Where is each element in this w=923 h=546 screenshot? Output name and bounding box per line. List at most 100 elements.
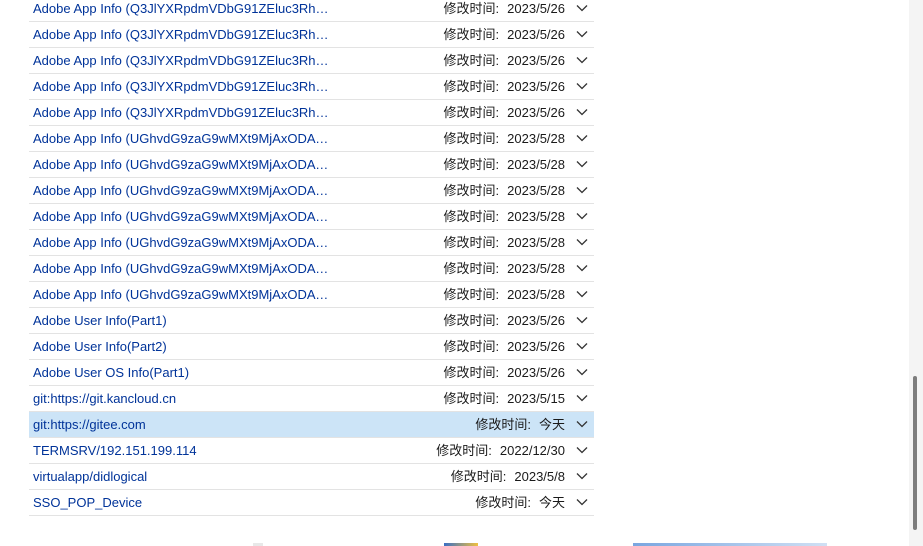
- modified-time-value: 2023/5/26: [507, 53, 565, 68]
- modified-time: 修改时间: 2022/12/30: [436, 438, 565, 463]
- chevron-down-icon[interactable]: [576, 368, 588, 376]
- credential-row[interactable]: Adobe App Info (Q3JlYXRpdmVDbG91ZEluc3Rh…: [29, 100, 594, 126]
- chevron-down-icon[interactable]: [576, 108, 588, 116]
- modified-time-value: 2023/5/28: [507, 131, 565, 146]
- credential-name[interactable]: git:https://git.kancloud.cn: [33, 386, 333, 411]
- modified-time-label: 修改时间:: [443, 287, 500, 302]
- credential-row[interactable]: Adobe App Info (UGhvdG9zaG9wMXt9MjAxODAw…: [29, 152, 594, 178]
- credential-row[interactable]: TERMSRV/192.151.199.114 修改时间: 2022/12/30: [29, 438, 594, 464]
- credential-row[interactable]: git:https://git.kancloud.cn 修改时间: 2023/5/1…: [29, 386, 594, 412]
- modified-time-label: 修改时间:: [443, 1, 500, 16]
- modified-time-label: 修改时间:: [443, 105, 500, 120]
- modified-time-label: 修改时间:: [443, 53, 500, 68]
- chevron-down-icon[interactable]: [576, 30, 588, 38]
- credential-row[interactable]: Adobe App Info (UGhvdG9zaG9wMXt9MjAxODAw…: [29, 204, 594, 230]
- modified-time-value: 2023/5/26: [507, 313, 565, 328]
- modified-time-label: 修改时间:: [443, 391, 500, 406]
- modified-time-label: 修改时间:: [443, 79, 500, 94]
- chevron-down-icon[interactable]: [576, 134, 588, 142]
- chevron-down-icon[interactable]: [576, 186, 588, 194]
- credential-row[interactable]: Adobe App Info (Q3JlYXRpdmVDbG91ZEluc3Rh…: [29, 22, 594, 48]
- credential-name[interactable]: Adobe App Info (UGhvdG9zaG9wMXt9MjAxODAw…: [33, 230, 333, 255]
- credential-row[interactable]: Adobe User Info(Part1) 修改时间: 2023/5/26: [29, 308, 594, 334]
- modified-time-value: 2023/5/26: [507, 339, 565, 354]
- credential-name[interactable]: virtualapp/didlogical: [33, 464, 333, 489]
- credential-name[interactable]: Adobe App Info (Q3JlYXRpdmVDbG91ZEluc3Rh…: [33, 100, 333, 125]
- modified-time: 修改时间: 今天: [475, 490, 565, 515]
- modified-time-value: 2022/12/30: [499, 443, 565, 458]
- credential-name[interactable]: Adobe App Info (Q3JlYXRpdmVDbG91ZEluc3Rh…: [33, 0, 333, 21]
- modified-time: 修改时间: 2023/5/26: [444, 22, 565, 47]
- credential-name[interactable]: Adobe App Info (Q3JlYXRpdmVDbG91ZEluc3Rh…: [33, 48, 333, 73]
- modified-time-label: 修改时间:: [443, 339, 500, 354]
- credential-name[interactable]: TERMSRV/192.151.199.114: [33, 438, 333, 463]
- modified-time-value: 2023/5/26: [507, 105, 565, 120]
- credential-name[interactable]: Adobe App Info (Q3JlYXRpdmVDbG91ZEluc3Rh…: [33, 22, 333, 47]
- modified-time: 修改时间: 2023/5/8: [451, 464, 565, 489]
- modified-time-label: 修改时间:: [443, 313, 500, 328]
- credential-row[interactable]: Adobe App Info (Q3JlYXRpdmVDbG91ZEluc3Rh…: [29, 74, 594, 100]
- credential-name[interactable]: Adobe App Info (Q3JlYXRpdmVDbG91ZEluc3Rh…: [33, 74, 333, 99]
- modified-time-label: 修改时间:: [443, 183, 500, 198]
- credential-name[interactable]: SSO_POP_Device: [33, 490, 333, 515]
- chevron-down-icon[interactable]: [576, 290, 588, 298]
- modified-time-value: 2023/5/28: [507, 183, 565, 198]
- credential-name[interactable]: Adobe App Info (UGhvdG9zaG9wMXt9MjAxODAw…: [33, 178, 333, 203]
- credential-row[interactable]: Adobe App Info (UGhvdG9zaG9wMXt9MjAxODAw…: [29, 230, 594, 256]
- chevron-down-icon[interactable]: [576, 472, 588, 480]
- modified-time: 修改时间: 2023/5/26: [444, 308, 565, 333]
- modified-time-label: 修改时间:: [443, 157, 500, 172]
- modified-time-value: 2023/5/28: [507, 287, 565, 302]
- modified-time-label: 修改时间:: [443, 365, 500, 380]
- credential-name[interactable]: Adobe App Info (UGhvdG9zaG9wMXt9MjAxODAw…: [33, 256, 333, 281]
- chevron-down-icon[interactable]: [576, 316, 588, 324]
- credential-name[interactable]: Adobe User Info(Part1): [33, 308, 333, 333]
- chevron-down-icon[interactable]: [576, 342, 588, 350]
- modified-time: 修改时间: 2023/5/26: [444, 100, 565, 125]
- credential-name[interactable]: Adobe App Info (UGhvdG9zaG9wMXt9MjAxODAw…: [33, 126, 333, 151]
- chevron-down-icon[interactable]: [576, 160, 588, 168]
- credential-row[interactable]: Adobe App Info (UGhvdG9zaG9wMXt9MjAxODAw…: [29, 256, 594, 282]
- credential-name[interactable]: Adobe User OS Info(Part1): [33, 360, 333, 385]
- chevron-down-icon[interactable]: [576, 238, 588, 246]
- modified-time: 修改时间: 2023/5/28: [444, 282, 565, 307]
- credential-name[interactable]: git:https://gitee.com: [33, 412, 333, 437]
- modified-time: 修改时间: 2023/5/28: [444, 178, 565, 203]
- chevron-down-icon[interactable]: [576, 4, 588, 12]
- credential-row[interactable]: virtualapp/didlogical 修改时间: 2023/5/8: [29, 464, 594, 490]
- modified-time: 修改时间: 2023/5/28: [444, 126, 565, 151]
- vertical-scrollbar[interactable]: [909, 0, 923, 546]
- credential-row[interactable]: Adobe App Info (Q3JlYXRpdmVDbG91ZEluc3Rh…: [29, 0, 594, 22]
- chevron-down-icon[interactable]: [576, 264, 588, 272]
- modified-time-value: 2023/5/28: [507, 209, 565, 224]
- chevron-down-icon[interactable]: [576, 420, 588, 428]
- credential-row[interactable]: Adobe User Info(Part2) 修改时间: 2023/5/26: [29, 334, 594, 360]
- chevron-down-icon[interactable]: [576, 212, 588, 220]
- credential-row[interactable]: Adobe User OS Info(Part1) 修改时间: 2023/5/26: [29, 360, 594, 386]
- modified-time-value: 2023/5/28: [507, 157, 565, 172]
- credential-name[interactable]: Adobe User Info(Part2): [33, 334, 333, 359]
- chevron-down-icon[interactable]: [576, 394, 588, 402]
- credential-row[interactable]: Adobe App Info (Q3JlYXRpdmVDbG91ZEluc3Rh…: [29, 48, 594, 74]
- chevron-down-icon[interactable]: [576, 82, 588, 90]
- modified-time: 修改时间: 今天: [475, 412, 565, 437]
- credential-name[interactable]: Adobe App Info (UGhvdG9zaG9wMXt9MjAxODAw…: [33, 282, 333, 307]
- modified-time: 修改时间: 2023/5/26: [444, 360, 565, 385]
- credential-name[interactable]: Adobe App Info (UGhvdG9zaG9wMXt9MjAxODAw…: [33, 204, 333, 229]
- scrollbar-thumb[interactable]: [913, 376, 917, 530]
- chevron-down-icon[interactable]: [576, 56, 588, 64]
- modified-time-value: 2023/5/26: [507, 365, 565, 380]
- credential-name[interactable]: Adobe App Info (UGhvdG9zaG9wMXt9MjAxODAw…: [33, 152, 333, 177]
- modified-time-value: 2023/5/26: [507, 79, 565, 94]
- chevron-down-icon[interactable]: [576, 498, 588, 506]
- credential-row[interactable]: SSO_POP_Device 修改时间: 今天: [29, 490, 594, 516]
- modified-time: 修改时间: 2023/5/15: [444, 386, 565, 411]
- modified-time-value: 2023/5/28: [507, 261, 565, 276]
- chevron-down-icon[interactable]: [576, 446, 588, 454]
- credential-row[interactable]: Adobe App Info (UGhvdG9zaG9wMXt9MjAxODAw…: [29, 178, 594, 204]
- modified-time-label: 修改时间:: [475, 495, 531, 510]
- credential-row[interactable]: Adobe App Info (UGhvdG9zaG9wMXt9MjAxODAw…: [29, 126, 594, 152]
- credential-row[interactable]: git:https://gitee.com 修改时间: 今天: [29, 412, 594, 438]
- credential-row[interactable]: Adobe App Info (UGhvdG9zaG9wMXt9MjAxODAw…: [29, 282, 594, 308]
- modified-time-label: 修改时间:: [443, 131, 500, 146]
